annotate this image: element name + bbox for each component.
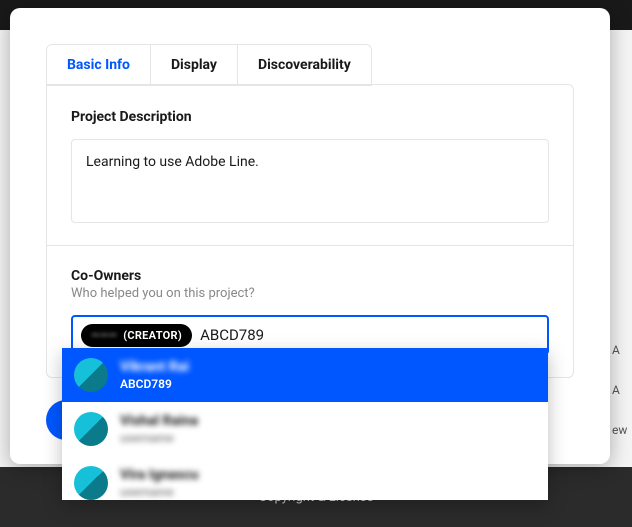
dropdown-item-sub: username [120,485,198,499]
description-section: Project Description [71,109,549,125]
tab-basic-info[interactable]: Basic Info [47,45,151,85]
coowners-autocomplete-dropdown: Vikrant Rai ABCD789 Vishal Raina usernam… [62,348,548,500]
dropdown-item[interactable]: Vira Ignascu username [62,456,548,500]
description-value: Learning to use Adobe Line. [86,154,259,170]
dropdown-item-texts: Vira Ignascu username [120,467,198,499]
creator-chip-role: (CREATOR) [123,329,182,342]
dropdown-item[interactable]: Vishal Raina username [62,402,548,456]
dropdown-item-texts: Vishal Raina username [120,413,198,445]
coowners-label: Co-Owners [71,268,549,284]
dropdown-item-name: Vikrant Rai [120,359,189,375]
section-divider [47,245,573,246]
avatar-icon [74,412,108,446]
obscured-side-text: A A ew [612,330,632,450]
tab-display[interactable]: Display [151,45,238,85]
coowners-text-input[interactable] [200,323,539,347]
dropdown-item-texts: Vikrant Rai ABCD789 [120,359,189,391]
dropdown-item-sub: username [120,431,198,445]
tab-bar: Basic Info Display Discoverability [46,44,372,86]
dropdown-item[interactable]: Vikrant Rai ABCD789 [62,348,548,402]
dropdown-item-name: Vira Ignascu [120,467,198,483]
tab-discoverability[interactable]: Discoverability [238,45,371,85]
description-input[interactable]: Learning to use Adobe Line. [71,139,549,223]
avatar-icon [74,466,108,500]
dropdown-item-sub: ABCD789 [120,377,189,391]
dropdown-item-name: Vishal Raina [120,413,198,429]
coowners-sublabel: Who helped you on this project? [71,286,549,301]
description-label: Project Description [71,109,549,125]
creator-chip[interactable]: ——— (CREATOR) [81,324,192,347]
basic-info-panel: Project Description Learning to use Adob… [46,84,574,378]
avatar-icon [74,358,108,392]
creator-chip-name: ——— [91,329,117,342]
coowners-section: Co-Owners Who helped you on this project… [71,268,549,301]
dropdown-scroll[interactable]: Vikrant Rai ABCD789 Vishal Raina usernam… [62,348,548,500]
